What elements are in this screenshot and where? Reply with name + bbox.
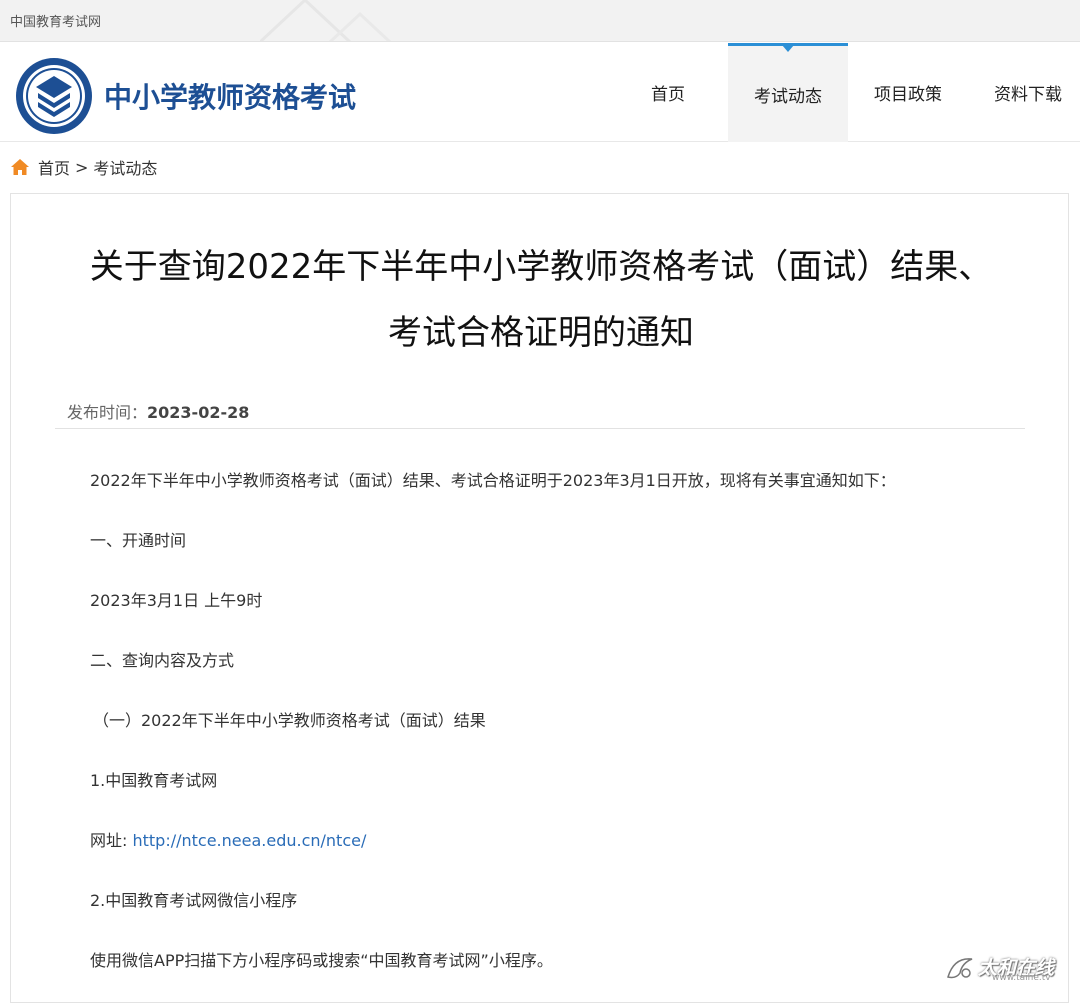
publish-date: 2023-02-28 <box>147 403 249 422</box>
site-header: 中小学教师资格考试 首页 考试动态 项目政策 资料下载 <box>0 43 1080 142</box>
background-decoration <box>260 0 420 42</box>
breadcrumb-home[interactable]: 首页 <box>38 155 70 179</box>
watermark: 太和在线 www.taihe.tv <box>944 951 1072 985</box>
paragraph-wechat: 使用微信APP扫描下方小程序码或搜索“中国教育考试网”小程序。 <box>90 947 553 971</box>
paragraph-open-time: 2023年3月1日 上午9时 <box>90 587 262 611</box>
nav-policy[interactable]: 项目政策 <box>848 43 968 142</box>
url-label: 网址: <box>90 831 132 850</box>
publish-label: 发布时间： <box>67 403 147 422</box>
nav-downloads[interactable]: 资料下载 <box>968 43 1080 142</box>
paragraph-item1: 1.中国教育考试网 <box>90 767 217 791</box>
top-bar: 中国教育考试网 <box>0 0 1080 42</box>
paragraph-intro: 2022年下半年中小学教师资格考试（面试）结果、考试合格证明于2023年3月1日… <box>90 467 896 491</box>
nav-exam-news[interactable]: 考试动态 <box>728 43 848 142</box>
brand-title[interactable]: 中小学教师资格考试 <box>104 76 356 116</box>
nav-home[interactable]: 首页 <box>608 43 728 142</box>
exam-site-link[interactable]: http://ntce.neea.edu.cn/ntce/ <box>132 831 366 850</box>
breadcrumb-separator: > <box>75 158 88 177</box>
breadcrumb-current[interactable]: 考试动态 <box>93 155 157 179</box>
article-title: 关于查询2022年下半年中小学教师资格考试（面试）结果、 考试合格证明的通知 <box>41 234 1041 366</box>
article-card: 关于查询2022年下半年中小学教师资格考试（面试）结果、 考试合格证明的通知 发… <box>10 193 1069 1003</box>
nav-exam-news-label: 考试动态 <box>754 82 822 107</box>
article-title-line1: 关于查询2022年下半年中小学教师资格考试（面试）结果、 <box>41 234 1041 300</box>
active-caret-icon <box>782 45 794 52</box>
logo-emblem-icon[interactable] <box>14 56 94 136</box>
site-name-link[interactable]: 中国教育考试网 <box>10 11 101 30</box>
paragraph-section2-heading: 二、查询内容及方式 <box>90 647 234 671</box>
watermark-url: www.taihe.tv <box>992 973 1051 983</box>
home-icon <box>10 158 30 176</box>
breadcrumb: 首页 > 考试动态 <box>10 155 157 179</box>
paragraph-url: 网址: http://ntce.neea.edu.cn/ntce/ <box>90 827 366 851</box>
watermark-logo-icon <box>944 953 978 983</box>
paragraph-item2: 2.中国教育考试网微信小程序 <box>90 887 297 911</box>
paragraph-section1-heading: 一、开通时间 <box>90 527 186 551</box>
publish-info: 发布时间：2023-02-28 <box>67 399 249 423</box>
article-title-line2: 考试合格证明的通知 <box>41 300 1041 366</box>
paragraph-subsection1: （一）2022年下半年中小学教师资格考试（面试）结果 <box>93 707 486 731</box>
divider <box>55 428 1025 429</box>
